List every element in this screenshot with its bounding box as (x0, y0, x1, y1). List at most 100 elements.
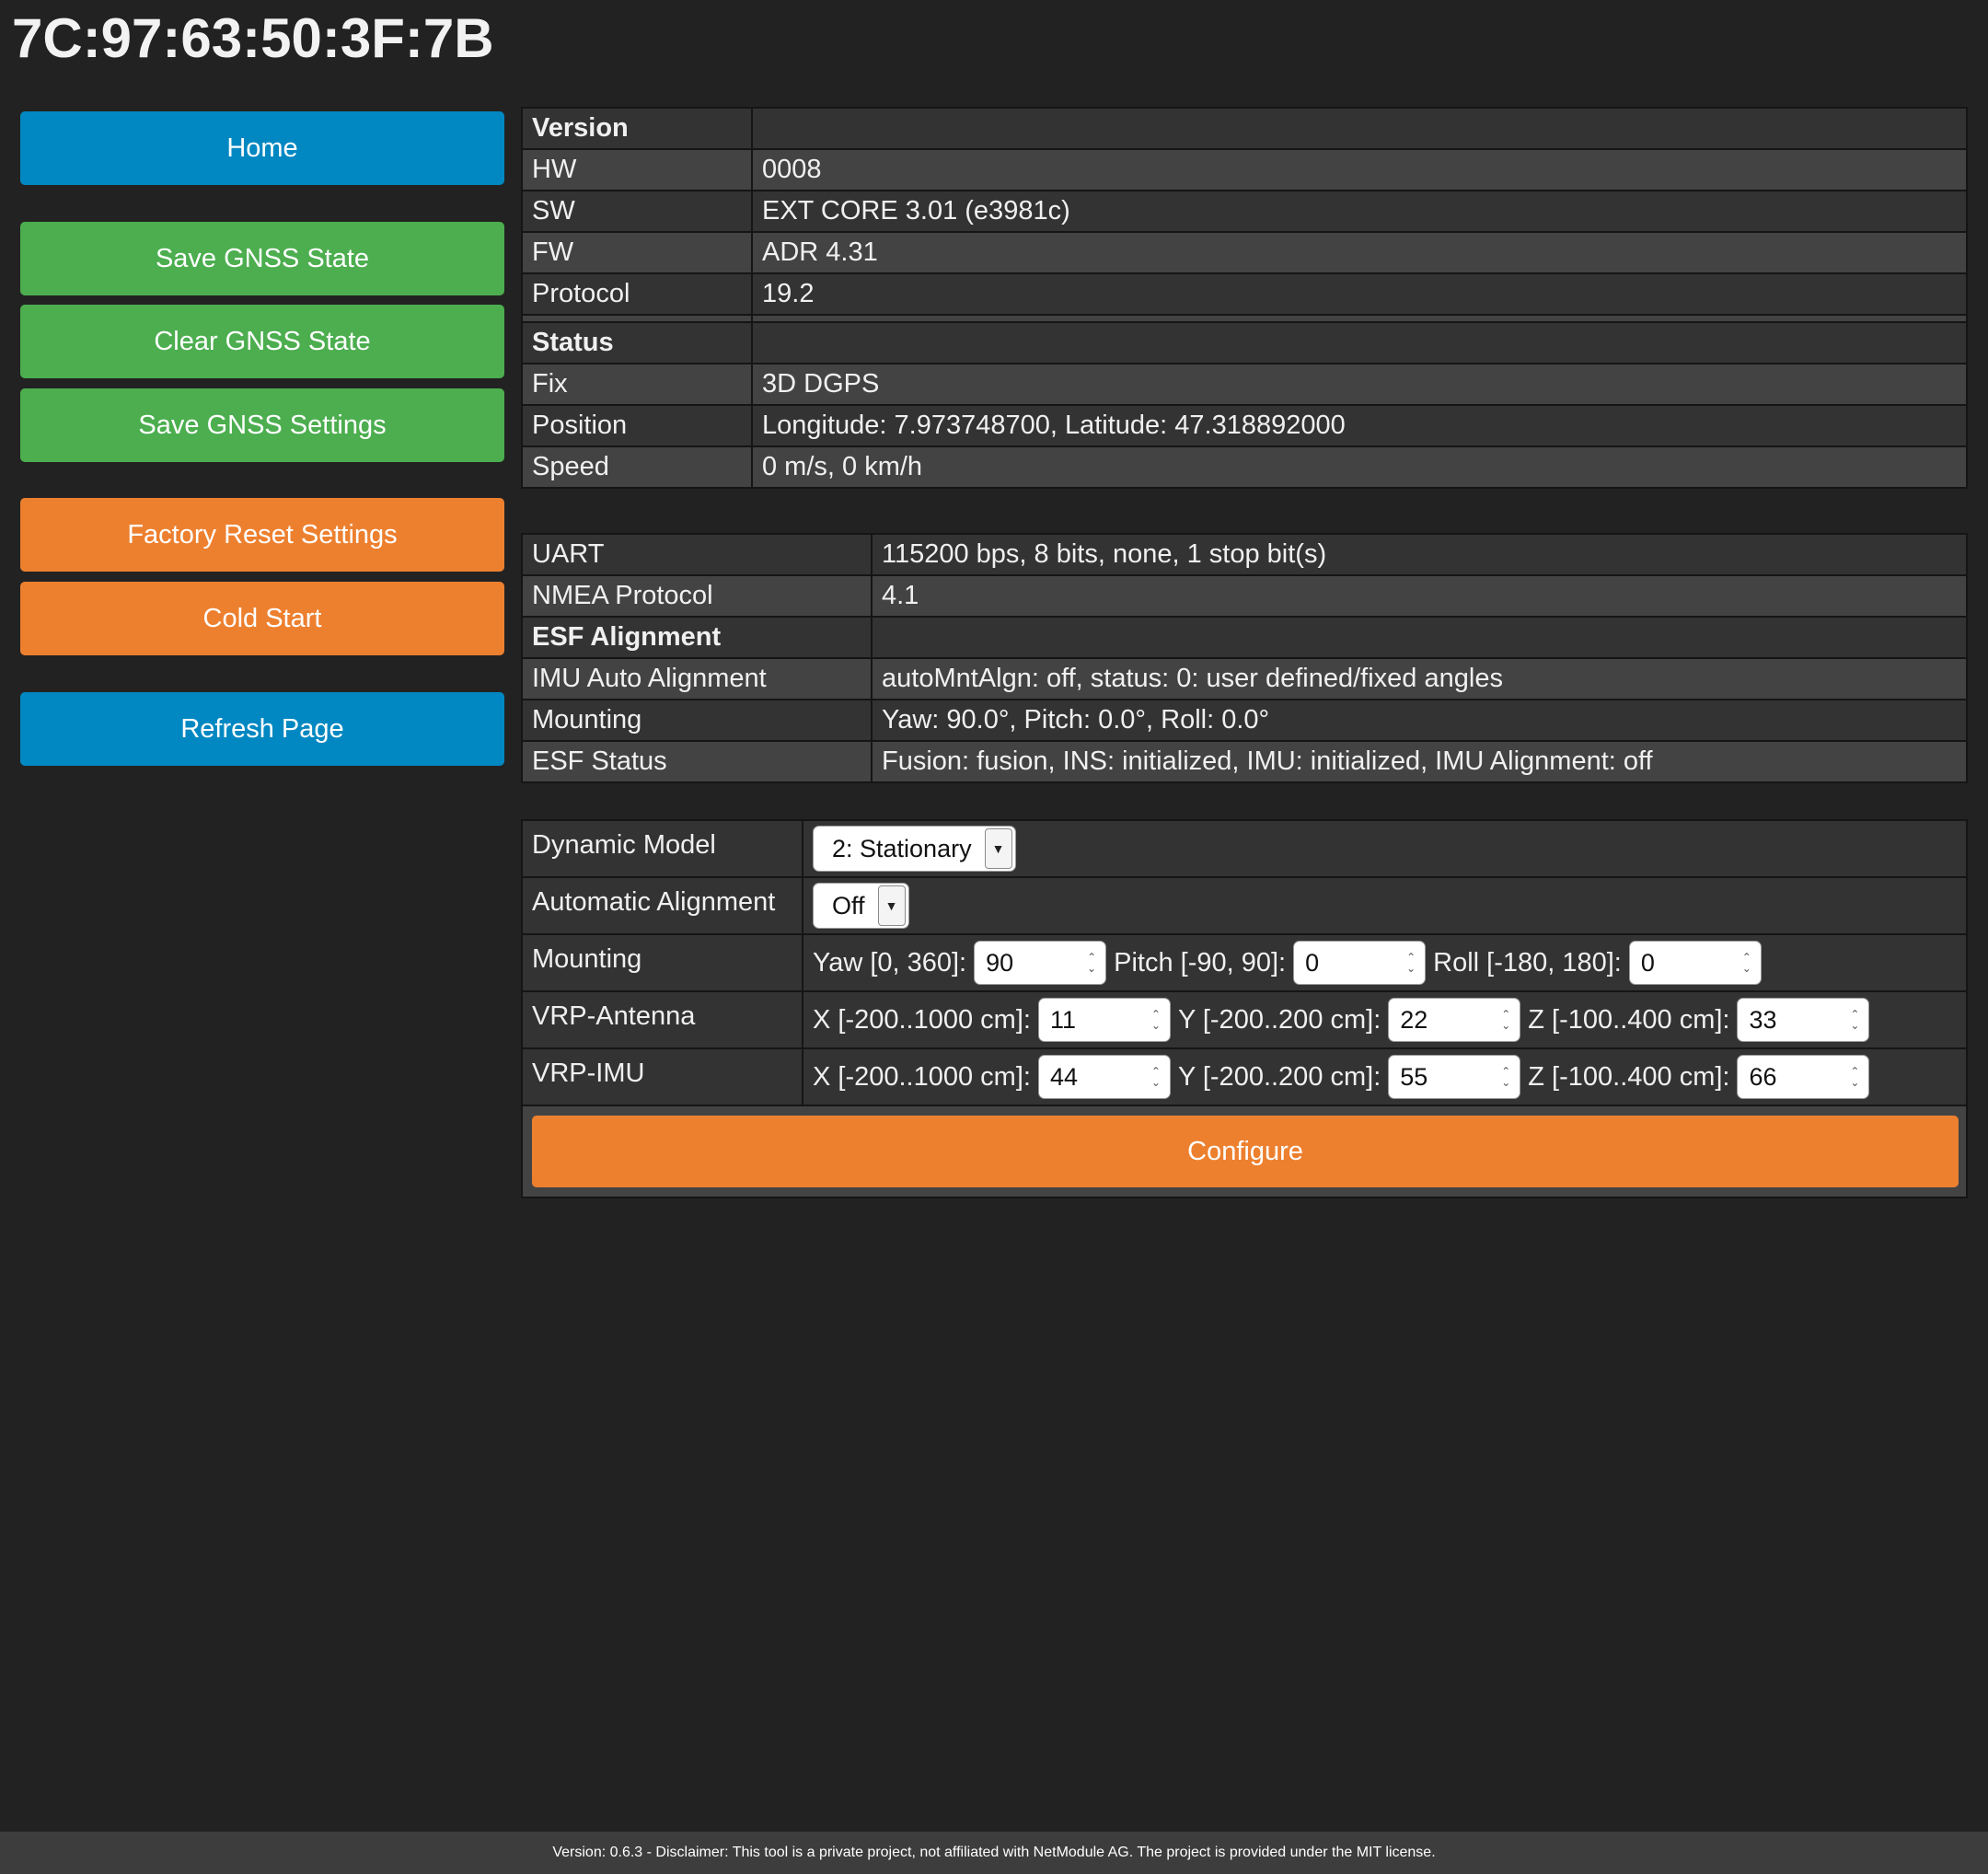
protocol-label: Protocol (521, 272, 753, 316)
configure-button[interactable]: Configure (532, 1116, 1959, 1187)
table-row: HW 0008 (521, 148, 1968, 191)
refresh-page-button[interactable]: Refresh Page (20, 692, 504, 766)
dropdown-arrow-icon: ▼ (877, 885, 906, 926)
spinner-icon[interactable]: ⌃ ⌄ (1501, 1009, 1510, 1031)
spinner-icon[interactable]: ⌃ ⌄ (1850, 1009, 1859, 1031)
vrp-imu-x-input[interactable]: 44 ⌃ ⌄ (1037, 1055, 1171, 1099)
yaw-input[interactable]: 90 ⌃ ⌄ (974, 941, 1107, 985)
table-row: SW EXT CORE 3.01 (e3981c) (521, 190, 1968, 233)
fw-value: ADR 4.31 (751, 231, 1968, 274)
dropdown-arrow-icon: ▼ (984, 828, 1012, 869)
vrp-imu-x-label: X [-200..1000 cm]: (813, 1061, 1031, 1092)
vrp-antenna-z-label: Z [-100..400 cm]: (1528, 1004, 1730, 1035)
version-status-table: Version HW 0008 SW EXT CORE 3.01 (e3981c… (521, 107, 1968, 489)
automatic-alignment-row: Automatic Alignment Off ▼ (521, 876, 1968, 935)
spinner-icon[interactable]: ⌃ ⌄ (1501, 1066, 1510, 1088)
pitch-input[interactable]: 0 ⌃ ⌄ (1293, 941, 1427, 985)
nmea-protocol-value: 4.1 (871, 574, 1968, 618)
vrp-imu-y-value: 55 (1400, 1062, 1428, 1091)
table-row: Position Longitude: 7.973748700, Latitud… (521, 404, 1968, 447)
vrp-imu-label: VRP-IMU (521, 1047, 803, 1106)
table-row: UART 115200 bps, 8 bits, none, 1 stop bi… (521, 533, 1968, 576)
mounting-value: Yaw: 90.0°, Pitch: 0.0°, Roll: 0.0° (871, 699, 1968, 742)
vrp-antenna-y-input[interactable]: 22 ⌃ ⌄ (1388, 998, 1521, 1042)
roll-input[interactable]: 0 ⌃ ⌄ (1628, 941, 1762, 985)
vrp-antenna-z-value: 33 (1749, 1005, 1777, 1034)
vrp-imu-y-input[interactable]: 55 ⌃ ⌄ (1388, 1055, 1521, 1099)
vrp-antenna-y-label: Y [-200..200 cm]: (1177, 1004, 1381, 1035)
table-row: Fix 3D DGPS (521, 363, 1968, 406)
save-gnss-state-button[interactable]: Save GNSS State (20, 222, 504, 295)
vrp-antenna-x-label: X [-200..1000 cm]: (813, 1004, 1031, 1035)
clear-gnss-state-button[interactable]: Clear GNSS State (20, 305, 504, 378)
spinner-icon[interactable]: ⌃ ⌄ (1850, 1066, 1859, 1088)
version-header: Version (521, 107, 753, 150)
factory-reset-settings-button[interactable]: Factory Reset Settings (20, 498, 504, 572)
position-value: Longitude: 7.973748700, Latitude: 47.318… (751, 404, 1968, 447)
uart-value: 115200 bps, 8 bits, none, 1 stop bit(s) (871, 533, 1968, 576)
vrp-antenna-x-value: 11 (1049, 1005, 1076, 1034)
vrp-antenna-y-value: 22 (1400, 1005, 1428, 1034)
hw-label: HW (521, 148, 753, 191)
nmea-protocol-label: NMEA Protocol (521, 574, 873, 618)
vrp-imu-z-input[interactable]: 66 ⌃ ⌄ (1737, 1055, 1870, 1099)
config-form: Dynamic Model 2: Stationary ▼ Automatic … (521, 819, 1968, 1198)
vrp-imu-x-value: 44 (1049, 1062, 1079, 1091)
table-row: ESF Alignment (521, 616, 1968, 659)
table-spacer (521, 314, 1968, 323)
hw-value: 0008 (751, 148, 1968, 191)
pitch-label: Pitch [-90, 90]: (1114, 947, 1287, 977)
spinner-icon[interactable]: ⌃ ⌄ (1087, 952, 1096, 974)
fw-label: FW (521, 231, 753, 274)
vrp-antenna-row: VRP-Antenna X [-200..1000 cm]: 11 ⌃ ⌄ Y [-… (521, 990, 1968, 1049)
fix-label: Fix (521, 363, 753, 406)
spinner-icon[interactable]: ⌃ ⌄ (1406, 952, 1416, 974)
automatic-alignment-label: Automatic Alignment (521, 876, 803, 935)
page-title: 7C:97:63:50:3F:7B (12, 7, 494, 69)
protocol-value: 19.2 (751, 272, 1968, 316)
spinner-icon[interactable]: ⌃ ⌄ (1151, 1009, 1161, 1031)
table-row: FW ADR 4.31 (521, 231, 1968, 274)
vrp-imu-z-value: 66 (1749, 1062, 1777, 1091)
automatic-alignment-selected: Off (832, 891, 865, 920)
table-row: Mounting Yaw: 90.0°, Pitch: 0.0°, Roll: … (521, 699, 1968, 742)
automatic-alignment-select[interactable]: Off ▼ (813, 883, 909, 929)
esf-status-value: Fusion: fusion, INS: initialized, IMU: i… (871, 740, 1968, 783)
vrp-antenna-x-input[interactable]: 11 ⌃ ⌄ (1037, 998, 1171, 1042)
dynamic-model-selected: 2: Stationary (832, 834, 972, 862)
uart-esf-table: UART 115200 bps, 8 bits, none, 1 stop bi… (521, 533, 1968, 783)
roll-label: Roll [-180, 180]: (1433, 947, 1622, 977)
yaw-label: Yaw [0, 360]: (813, 947, 967, 977)
configure-row: Configure (521, 1105, 1968, 1198)
mounting-row: Mounting Yaw [0, 360]: 90 ⌃ ⌄ Pitch [-90, … (521, 933, 1968, 992)
spinner-icon[interactable]: ⌃ ⌄ (1151, 1066, 1161, 1088)
uart-label: UART (521, 533, 873, 576)
status-header: Status (521, 321, 753, 364)
table-row: Version (521, 107, 1968, 150)
sw-label: SW (521, 190, 753, 233)
table-row: Status (521, 321, 1968, 364)
save-gnss-settings-button[interactable]: Save GNSS Settings (20, 388, 504, 462)
vrp-imu-row: VRP-IMU X [-200..1000 cm]: 44 ⌃ ⌄ Y [-200.… (521, 1047, 1968, 1106)
vrp-imu-z-label: Z [-100..400 cm]: (1528, 1061, 1730, 1092)
mounting-config-label: Mounting (521, 933, 803, 992)
spinner-icon[interactable]: ⌃ ⌄ (1742, 952, 1751, 974)
home-button[interactable]: Home (20, 111, 504, 185)
dynamic-model-label: Dynamic Model (521, 819, 803, 878)
position-label: Position (521, 404, 753, 447)
vrp-antenna-label: VRP-Antenna (521, 990, 803, 1049)
dynamic-model-select[interactable]: 2: Stationary ▼ (813, 826, 1016, 872)
table-row: Protocol 19.2 (521, 272, 1968, 316)
speed-value: 0 m/s, 0 km/h (751, 445, 1968, 489)
table-row: NMEA Protocol 4.1 (521, 574, 1968, 618)
pitch-value: 0 (1305, 948, 1320, 977)
esf-status-label: ESF Status (521, 740, 873, 783)
fix-value: 3D DGPS (751, 363, 1968, 406)
table-row: Speed 0 m/s, 0 km/h (521, 445, 1968, 489)
imu-auto-alignment-label: IMU Auto Alignment (521, 657, 873, 700)
cold-start-button[interactable]: Cold Start (20, 582, 504, 655)
footer: Version: 0.6.3 - Disclaimer: This tool i… (0, 1832, 1988, 1874)
vrp-antenna-z-input[interactable]: 33 ⌃ ⌄ (1737, 998, 1870, 1042)
table-row: IMU Auto Alignment autoMntAlgn: off, sta… (521, 657, 1968, 700)
imu-auto-alignment-value: autoMntAlgn: off, status: 0: user define… (871, 657, 1968, 700)
